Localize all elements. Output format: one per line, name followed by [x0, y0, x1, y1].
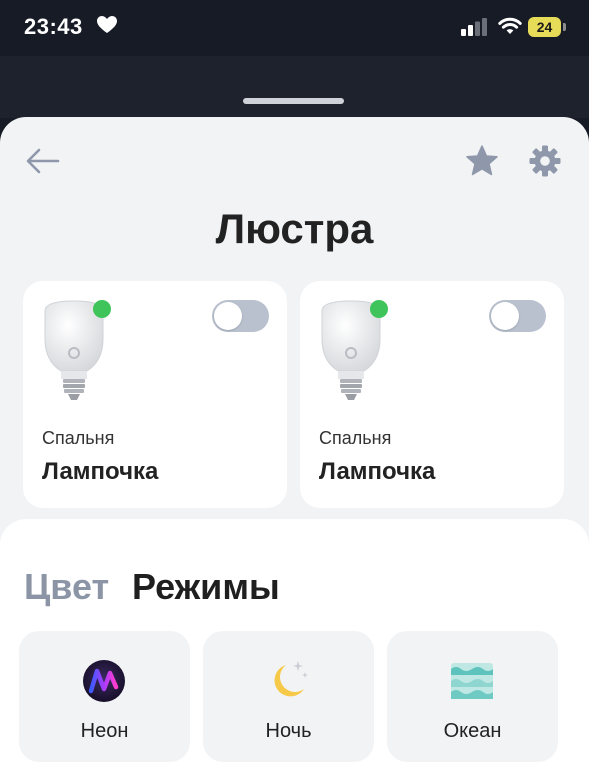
- mode-label: Ночь: [265, 720, 312, 742]
- power-toggle[interactable]: [212, 300, 269, 332]
- heart-icon: [97, 16, 117, 33]
- mode-label: Неон: [80, 720, 129, 742]
- tab-color[interactable]: Цвет: [24, 566, 109, 608]
- wifi-icon: [498, 17, 522, 34]
- neon-icon: [83, 660, 125, 702]
- favorite-star-icon[interactable]: [466, 145, 498, 176]
- mode-tile-ocean[interactable]: Океан: [387, 631, 558, 762]
- tab-modes[interactable]: Режимы: [132, 566, 280, 608]
- back-arrow-icon[interactable]: [26, 148, 60, 174]
- toggle-knob: [214, 302, 242, 330]
- mode-tile-neon[interactable]: Неон: [19, 631, 190, 762]
- backdrop: [0, 56, 589, 118]
- toggle-knob: [491, 302, 519, 330]
- device-name: Лампочка: [319, 458, 436, 485]
- mode-label: Океан: [443, 720, 502, 742]
- device-room: Спальня: [42, 428, 115, 448]
- status-time: 23:43: [24, 14, 83, 39]
- device-name: Лампочка: [42, 458, 159, 485]
- device-card[interactable]: Спальня Лампочка: [300, 281, 564, 508]
- device-room: Спальня: [319, 428, 392, 448]
- power-toggle[interactable]: [489, 300, 546, 332]
- battery-indicator: 24: [528, 17, 566, 37]
- mode-tile-night[interactable]: Ночь: [203, 631, 374, 762]
- settings-gear-icon[interactable]: [529, 145, 561, 177]
- device-card[interactable]: Спальня Лампочка: [23, 281, 287, 508]
- cellular-signal-icon: [461, 18, 487, 36]
- sheet-drag-handle[interactable]: [243, 98, 344, 104]
- moon-stars-icon: [274, 661, 308, 697]
- online-indicator: [93, 300, 111, 318]
- waves-icon: [451, 663, 493, 699]
- page-title: Люстра: [215, 205, 374, 252]
- status-bar: 23:43 24: [0, 0, 589, 56]
- online-indicator: [370, 300, 388, 318]
